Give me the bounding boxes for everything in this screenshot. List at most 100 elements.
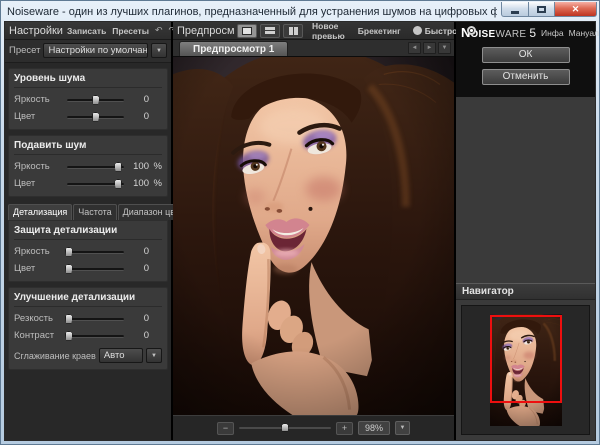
slider-thumb[interactable] — [114, 179, 122, 189]
slider-label: Яркость — [14, 94, 64, 105]
edge-smoothing-dropdown-button[interactable]: ▼ — [146, 348, 162, 363]
contrast-slider[interactable] — [67, 330, 124, 342]
split-vertical-icon — [289, 27, 298, 35]
slider-thumb[interactable] — [65, 331, 73, 341]
slider-thumb[interactable] — [114, 162, 122, 172]
split-horizontal-icon — [265, 27, 275, 34]
close-button[interactable]: ✕ — [555, 2, 597, 17]
slider-thumb[interactable] — [65, 264, 73, 274]
brand-and-actions: NOISEWARE5 Инфа Мануал ОК Отменить — [456, 22, 595, 97]
color-noise-slider[interactable] — [67, 111, 124, 123]
slider-value: 100 — [127, 161, 149, 172]
slider-row-color: Цвет 100 % — [14, 175, 162, 192]
tab-detail[interactable]: Детализация — [8, 204, 72, 220]
split-horizontal-view-button[interactable] — [260, 24, 280, 38]
settings-panel: Настройки Записать Пресеты ↶ ↷ ▼ Пресет … — [5, 22, 173, 440]
preset-row: Пресет Настройки по умолчанию ▼ — [5, 40, 171, 63]
slider-row-color: Цвет 0 — [14, 260, 162, 277]
noise-level-section: Уровень шума Яркость 0 Цвет 0 — [8, 68, 168, 130]
cancel-button[interactable]: Отменить — [482, 69, 570, 85]
color-reduction-slider[interactable] — [67, 178, 124, 190]
plus-icon: + — [342, 423, 347, 433]
tab-prev-button[interactable]: ◄ — [408, 42, 421, 54]
slider-thumb[interactable] — [92, 95, 100, 105]
arrow-right-icon: ► — [427, 45, 433, 51]
slider-unit: % — [149, 178, 162, 189]
slider-value: 0 — [127, 330, 149, 341]
edge-smoothing-label: Сглаживание краев — [14, 351, 96, 361]
slider-unit: % — [149, 161, 162, 172]
tab-frequency[interactable]: Частота — [73, 204, 116, 220]
info-link[interactable]: Инфа — [541, 28, 564, 38]
preset-select[interactable]: Настройки по умолчанию — [43, 43, 148, 58]
zoom-slider-thumb[interactable] — [281, 423, 289, 432]
section-title: Улучшение детализации — [14, 290, 162, 307]
presets-button[interactable]: Пресеты — [110, 25, 151, 37]
maximize-button[interactable] — [529, 2, 555, 17]
new-preview-button[interactable]: Новое превью — [310, 20, 347, 42]
zoom-in-button[interactable]: + — [336, 422, 353, 435]
slider-row-luminance: Яркость 100 % — [14, 158, 162, 175]
zoom-slider[interactable] — [239, 422, 331, 434]
navigator-thumbnail[interactable] — [490, 314, 562, 426]
detail-tabs: Детализация Частота Диапазон цвета — [8, 204, 168, 220]
zoom-level-value[interactable]: 98% — [358, 421, 390, 435]
ok-button[interactable]: ОК — [482, 47, 570, 63]
slider-row-luminance: Яркость 0 — [14, 91, 162, 108]
slider-thumb[interactable] — [92, 112, 100, 122]
right-panel-spacer — [456, 97, 595, 283]
preview-toolbar: Предпросмотр Новое превью Брекетинг Быст… — [173, 22, 454, 40]
right-panel: NOISEWARE5 Инфа Мануал ОК Отменить Навиг… — [456, 22, 595, 440]
record-preset-button[interactable]: Записать — [65, 25, 108, 37]
noise-reduction-section: Подавить шум Яркость 100 % Цвет 100 % — [8, 135, 168, 197]
manual-link[interactable]: Мануал — [569, 28, 599, 38]
slider-row-luminance: Яркость 0 — [14, 243, 162, 260]
luminance-noise-slider[interactable] — [67, 94, 124, 106]
split-vertical-view-button[interactable] — [283, 24, 303, 38]
preview-tab-1[interactable]: Предпросмотр 1 — [179, 41, 288, 56]
slider-thumb[interactable] — [65, 247, 73, 257]
edge-smoothing-row: Сглаживание краев Авто ▼ — [14, 346, 162, 365]
sharpness-slider[interactable] — [67, 313, 124, 325]
window-title: Noiseware - один из лучших плагинов, пре… — [7, 5, 497, 18]
app-window: Noiseware - один из лучших плагинов, пре… — [0, 0, 600, 445]
luminance-protection-slider[interactable] — [67, 246, 124, 258]
chevron-down-icon: ▼ — [156, 48, 162, 54]
preview-toolbar-label: Предпросмотр — [177, 25, 234, 37]
title-bar[interactable]: Noiseware - один из лучших плагинов, пре… — [1, 1, 599, 21]
slider-thumb[interactable] — [65, 314, 73, 324]
tab-next-button[interactable]: ► — [423, 42, 436, 54]
luminance-reduction-slider[interactable] — [67, 161, 124, 173]
tab-list-button[interactable]: ▼ — [438, 42, 451, 54]
section-title: Защита детализации — [14, 223, 162, 240]
mode-fast-radio[interactable]: Быстро — [413, 26, 458, 36]
radio-unselected-icon — [413, 26, 422, 35]
zoom-bar: − + 98% ▼ — [173, 415, 454, 440]
color-protection-slider[interactable] — [67, 263, 124, 275]
slider-value: 0 — [127, 246, 149, 257]
edge-smoothing-select[interactable]: Авто — [99, 348, 143, 363]
maximize-icon — [537, 6, 546, 13]
brand-header: NOISEWARE5 Инфа Мануал — [456, 22, 595, 41]
preset-dropdown-button[interactable]: ▼ — [151, 43, 167, 58]
minimize-icon — [511, 11, 519, 14]
bracketing-button[interactable]: Брекетинг — [356, 25, 403, 37]
chevron-down-icon: ▼ — [151, 353, 157, 359]
slider-value: 0 — [127, 263, 149, 274]
undo-icon[interactable]: ↶ — [153, 25, 165, 36]
slider-row-contrast: Контраст 0 — [14, 327, 162, 344]
settings-title: Настройки — [9, 25, 63, 37]
brand-part-3: WARE — [496, 29, 527, 40]
close-icon: ✕ — [572, 4, 580, 15]
minimize-button[interactable] — [501, 2, 529, 17]
preview-image-canvas[interactable] — [173, 57, 454, 415]
zoom-out-button[interactable]: − — [217, 422, 234, 435]
slider-label: Резкость — [14, 313, 64, 324]
slider-label: Контраст — [14, 330, 64, 341]
navigator-viewport-frame[interactable] — [490, 315, 562, 403]
zoom-level-dropdown[interactable]: ▼ — [395, 421, 410, 435]
slider-label: Цвет — [14, 111, 64, 122]
single-view-button[interactable] — [237, 24, 257, 38]
slider-row-color: Цвет 0 — [14, 108, 162, 125]
detail-protection-section: Защита детализации Яркость 0 Цвет 0 — [8, 220, 168, 282]
